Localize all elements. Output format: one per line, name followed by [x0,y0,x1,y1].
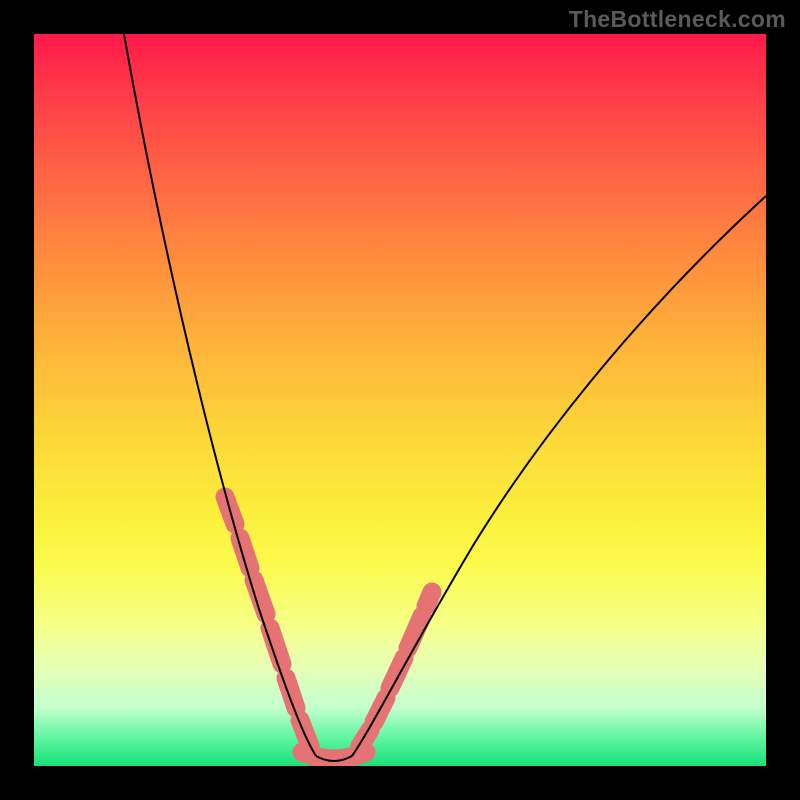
plot-area [34,34,766,766]
chart-stage: TheBottleneck.com [0,0,800,800]
curve-right-branch [352,196,766,756]
pink-band-right [360,592,432,746]
attribution-text: TheBottleneck.com [569,6,786,33]
curves-svg [34,34,766,766]
curve-left-branch [124,34,316,756]
